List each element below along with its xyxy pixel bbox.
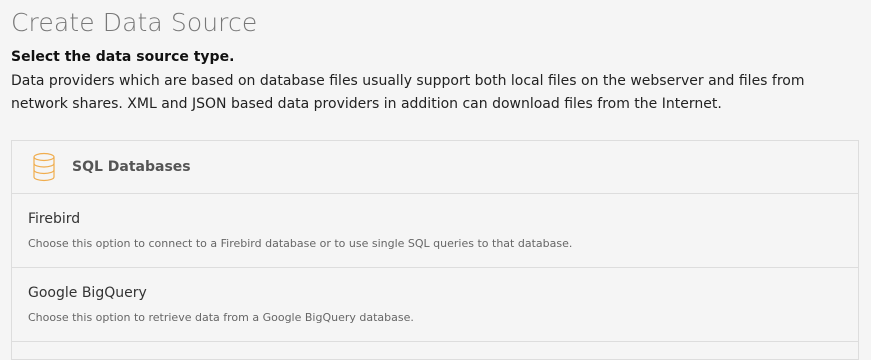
panel-header-label: SQL Databases [72,159,191,175]
sql-databases-panel: SQL Databases Firebird Choose this optio… [11,140,859,360]
page-description: Data providers which are based on databa… [11,73,805,112]
option-google-bigquery[interactable]: Google BigQuery Choose this option to re… [12,268,858,342]
database-icon [32,152,56,182]
page-subtitle: Select the data source type. [11,49,235,65]
panel-header: SQL Databases [12,141,858,194]
option-description: Choose this option to connect to a Fireb… [28,237,573,250]
option-firebird[interactable]: Firebird Choose this option to connect t… [12,194,858,268]
option-description: Choose this option to retrieve data from… [28,311,414,324]
option-title: Google BigQuery [28,285,147,301]
option-title: Firebird [28,211,81,227]
page-title: Create Data Source [11,8,258,37]
